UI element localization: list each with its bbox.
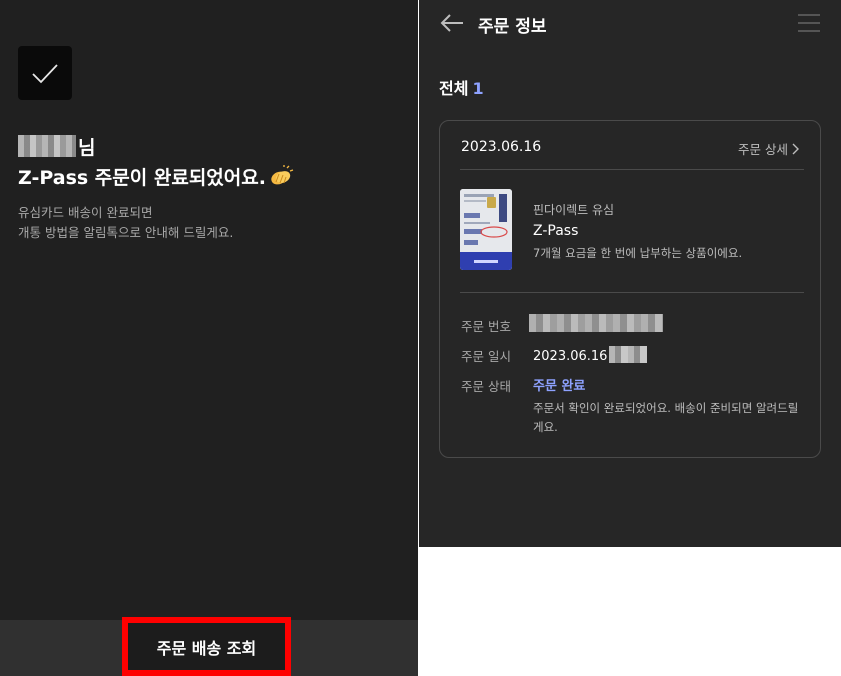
order-info-screen: 주문 정보 전체 1 2023.06.16 주문 상세 핀다이렉트 유심 Z-P… xyxy=(419,0,841,547)
order-datetime: 2023.06.16 xyxy=(533,346,648,364)
order-detail-link[interactable]: 주문 상세 xyxy=(738,139,800,158)
order-total: 전체 1 xyxy=(439,75,484,99)
order-status-value: 주문 완료 xyxy=(533,379,586,394)
order-datetime-value: 2023.06.16 xyxy=(533,349,608,364)
chevron-right-icon xyxy=(792,143,799,154)
order-complete-screen: 님 Z-Pass 주문이 완료되었어요. 유심카드 배송이 완료되면 개통 방법… xyxy=(0,0,418,676)
total-count: 1 xyxy=(472,79,484,98)
completion-title-text: Z-Pass 주문이 완료되었어요. xyxy=(18,167,266,189)
sim-card-image xyxy=(460,189,512,270)
card-divider xyxy=(460,292,804,293)
order-card: 2023.06.16 주문 상세 핀다이렉트 유심 Z-Pass 7개월 요금을… xyxy=(439,120,821,458)
blank-area xyxy=(419,547,841,676)
order-date-label: 주문 일시 xyxy=(461,349,511,364)
honorific: 님 xyxy=(78,136,96,159)
check-icon xyxy=(18,46,72,100)
clapping-hands-icon xyxy=(268,165,294,192)
order-detail-label: 주문 상세 xyxy=(738,142,788,157)
product-brand: 핀다이렉트 유심 xyxy=(533,203,615,217)
order-number-label: 주문 번호 xyxy=(461,319,511,334)
redacted-order-number xyxy=(529,314,663,332)
order-status-description: 주문서 확인이 완료되었어요. 배송이 준비되면 알려드릴게요. xyxy=(533,401,799,434)
delivery-notice: 유심카드 배송이 완료되면 개통 방법을 알림톡으로 안내해 드릴게요. xyxy=(18,203,398,243)
notice-line-2: 개통 방법을 알림톡으로 안내해 드릴게요. xyxy=(18,225,234,240)
customer-greeting: 님 xyxy=(18,134,96,159)
track-order-button[interactable]: 주문 배송 조회 xyxy=(122,617,291,676)
page-title: 주문 정보 xyxy=(478,17,547,37)
card-divider xyxy=(460,169,804,170)
order-date: 2023.06.16 xyxy=(461,139,542,155)
product-name: Z-Pass xyxy=(533,223,579,239)
product-description: 7개월 요금을 한 번에 납부하는 상품이에요. xyxy=(533,246,743,260)
menu-icon[interactable] xyxy=(797,13,821,37)
total-label: 전체 xyxy=(439,79,469,98)
arrow-left-icon[interactable] xyxy=(439,12,465,38)
notice-line-1: 유심카드 배송이 완료되면 xyxy=(18,205,153,220)
order-status-label: 주문 상태 xyxy=(461,379,511,394)
redacted-order-time xyxy=(609,346,648,363)
redacted-customer-name xyxy=(18,135,76,157)
completion-title: Z-Pass 주문이 완료되었어요. xyxy=(18,163,294,192)
